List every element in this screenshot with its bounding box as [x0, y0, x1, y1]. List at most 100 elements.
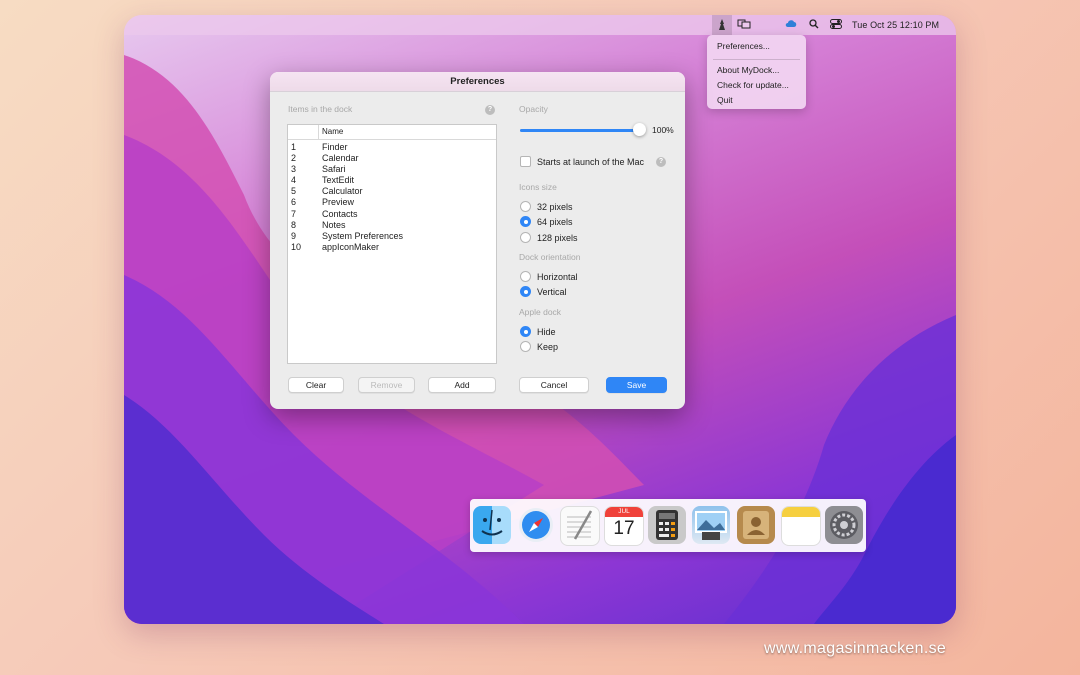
- opacity-value: 100%: [652, 125, 674, 135]
- control-center-icon[interactable]: [830, 19, 842, 29]
- size-option-64[interactable]: 64 pixels: [520, 216, 573, 227]
- size-radio-64[interactable]: [520, 216, 531, 227]
- opacity-slider-knob[interactable]: [633, 123, 646, 136]
- row-number: 10: [291, 241, 302, 252]
- search-icon[interactable]: [809, 19, 819, 29]
- table-row[interactable]: 9 System Preferences: [288, 231, 496, 242]
- row-number: 2: [291, 153, 297, 164]
- screens-icon[interactable]: [737, 19, 751, 29]
- opacity-slider[interactable]: [520, 123, 646, 136]
- starts-at-launch-checkbox[interactable]: [520, 156, 531, 167]
- row-number: 7: [291, 208, 297, 219]
- clear-button[interactable]: Clear: [288, 377, 344, 393]
- row-name: Calculator: [322, 186, 363, 197]
- notes-icon[interactable]: [781, 506, 821, 546]
- orientation-option-vertical[interactable]: Vertical: [520, 286, 567, 297]
- row-name: System Preferences: [322, 230, 404, 241]
- help-icon[interactable]: ?: [485, 105, 495, 115]
- row-number: 5: [291, 186, 297, 197]
- table-header: Name: [288, 125, 496, 140]
- table-row[interactable]: 10 appIconMaker: [288, 242, 496, 253]
- add-button[interactable]: Add: [428, 377, 496, 393]
- starts-at-launch-option[interactable]: Starts at launch of the Mac: [520, 156, 644, 167]
- save-button[interactable]: Save: [606, 377, 667, 393]
- table-row[interactable]: 6 Preview: [288, 197, 496, 208]
- menu-item-quit[interactable]: Quit: [717, 95, 733, 105]
- starts-at-launch-label: Starts at launch of the Mac: [537, 156, 645, 167]
- window-title: Preferences: [270, 72, 685, 92]
- items-label: Items in the dock: [288, 104, 353, 114]
- apple-dock-label-hide: Hide: [537, 326, 556, 337]
- apple-dock-option-keep[interactable]: Keep: [520, 341, 558, 352]
- apple-dock-radio-hide[interactable]: [520, 326, 531, 337]
- icons-size-label: Icons size: [519, 182, 557, 192]
- row-name: appIconMaker: [322, 241, 380, 252]
- row-number: 1: [291, 142, 297, 152]
- table-row[interactable]: 5 Calculator: [288, 186, 496, 197]
- apple-dock-label: Apple dock: [519, 307, 562, 317]
- safari-icon[interactable]: [517, 506, 555, 544]
- table-row[interactable]: 1 Finder: [288, 142, 496, 153]
- remove-button[interactable]: Remove: [358, 377, 415, 393]
- row-number: 3: [291, 164, 297, 175]
- size-label-32: 32 pixels: [537, 201, 573, 212]
- contacts-icon[interactable]: [737, 506, 775, 544]
- table-row[interactable]: 2 Calendar: [288, 153, 496, 164]
- size-label-128: 128 pixels: [537, 232, 578, 243]
- dock-items-table[interactable]: Name 1 Finder 2 Calendar 3 Safari 4 TextEdit 5 Ca…: [287, 124, 497, 364]
- row-number: 4: [291, 175, 297, 186]
- row-name: Preview: [322, 197, 355, 208]
- orientation-radio-horizontal[interactable]: [520, 271, 531, 282]
- apple-dock-option-hide[interactable]: Hide: [520, 326, 556, 337]
- apple-dock-radio-keep[interactable]: [520, 341, 531, 352]
- calendar-day: 17: [613, 518, 635, 539]
- name-column-header[interactable]: Name: [322, 127, 343, 136]
- orientation-label-vertical: Vertical: [537, 286, 567, 297]
- cloud-icon[interactable]: [785, 19, 798, 29]
- desktop-screen: Tue Oct 25 12:10 PM Preferences... About…: [124, 15, 956, 624]
- table-row[interactable]: 8 Notes: [288, 220, 496, 231]
- table-row[interactable]: 4 TextEdit: [288, 175, 496, 186]
- textedit-icon[interactable]: [560, 506, 600, 546]
- mydock-bar: JUL 17: [470, 499, 866, 552]
- calculator-icon[interactable]: [648, 506, 686, 544]
- orientation-label-horizontal: Horizontal: [537, 271, 578, 282]
- row-number: 6: [291, 197, 297, 208]
- menu-item-check-update[interactable]: Check for update...: [717, 80, 789, 90]
- opacity-slider-fill: [520, 129, 640, 132]
- size-option-32[interactable]: 32 pixels: [520, 201, 573, 212]
- watermark: www.magasinmacken.se: [764, 640, 947, 657]
- table-row[interactable]: 3 Safari: [288, 164, 496, 175]
- row-name: Safari: [322, 164, 346, 175]
- cancel-button[interactable]: Cancel: [519, 377, 589, 393]
- row-name: Notes: [322, 219, 346, 230]
- calendar-icon[interactable]: JUL 17: [604, 506, 644, 546]
- menu-item-preferences[interactable]: Preferences...: [717, 41, 770, 51]
- finder-icon[interactable]: [473, 506, 511, 544]
- row-name: Contacts: [322, 208, 358, 219]
- row-number: 8: [291, 219, 297, 230]
- row-name: TextEdit: [322, 175, 355, 186]
- calendar-month: JUL: [605, 507, 643, 517]
- opacity-label: Opacity: [519, 104, 548, 114]
- size-option-128[interactable]: 128 pixels: [520, 232, 578, 243]
- system-preferences-icon[interactable]: [825, 506, 863, 544]
- row-number: 9: [291, 230, 297, 241]
- orientation-label: Dock orientation: [519, 252, 581, 262]
- menu-separator: [713, 59, 800, 60]
- menubar-clock[interactable]: Tue Oct 25 12:10 PM: [852, 20, 939, 30]
- table-row[interactable]: 7 Contacts: [288, 209, 496, 220]
- orientation-option-horizontal[interactable]: Horizontal: [520, 271, 578, 282]
- row-name: Finder: [322, 142, 348, 152]
- size-radio-128[interactable]: [520, 232, 531, 243]
- launch-help-icon[interactable]: ?: [656, 157, 666, 167]
- preview-icon[interactable]: [692, 506, 730, 544]
- mydock-app-icon[interactable]: [712, 15, 732, 35]
- size-radio-32[interactable]: [520, 201, 531, 212]
- app-dropdown-menu: Preferences... About MyDock... Check for…: [707, 35, 806, 109]
- menu-item-about[interactable]: About MyDock...: [717, 65, 779, 75]
- preferences-window: Preferences Items in the dock ? Name 1 Fi…: [270, 72, 685, 409]
- orientation-radio-vertical[interactable]: [520, 286, 531, 297]
- apple-dock-label-keep: Keep: [537, 341, 559, 352]
- row-name: Calendar: [322, 153, 359, 164]
